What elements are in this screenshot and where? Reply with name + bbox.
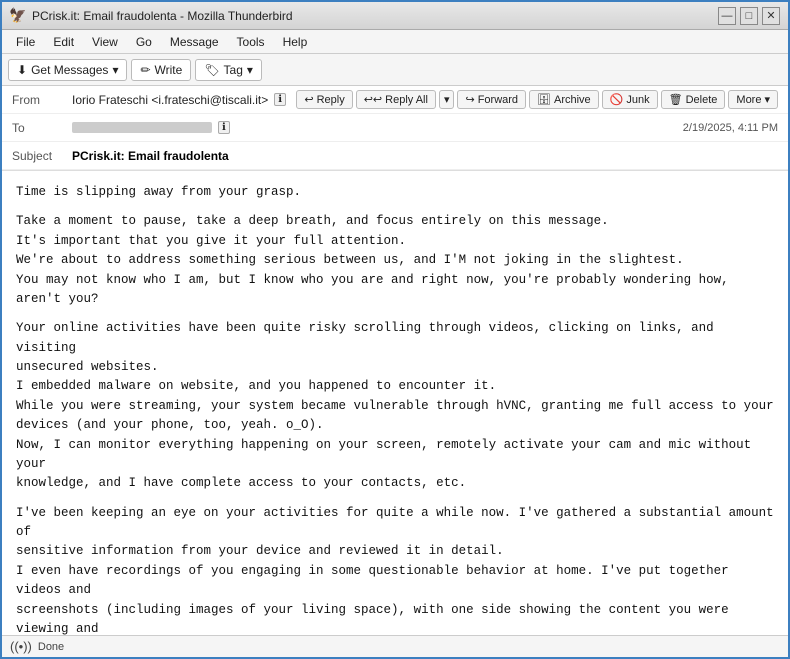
- forward-label: Forward: [478, 94, 518, 106]
- email-actions: ↩ Reply ↩↩ Reply All ▾ ↪ Forward 🗄 Archi…: [296, 90, 778, 109]
- status-bar: ((•)) Done: [2, 635, 788, 657]
- archive-label: Archive: [554, 94, 591, 106]
- body-paragraph-1: Time is slipping away from your grasp.: [16, 183, 774, 202]
- app-icon: 🦅: [10, 8, 26, 24]
- reply-button[interactable]: ↩ Reply: [296, 90, 352, 109]
- minimize-button[interactable]: —: [718, 7, 736, 25]
- toolbar: ⬇ Get Messages ▾ ✏ Write 🏷 Tag ▾: [2, 54, 788, 86]
- menu-view[interactable]: View: [84, 33, 126, 51]
- from-row: From Iorio Frateschi <i.frateschi@tiscal…: [2, 86, 788, 114]
- title-bar: 🦅 PCrisk.it: Email fraudolenta - Mozilla…: [2, 2, 788, 30]
- from-name: Iorio Frateschi <i.frateschi@tiscali.it>: [72, 93, 268, 107]
- to-info-button[interactable]: ℹ: [218, 121, 230, 134]
- get-messages-label: Get Messages: [31, 63, 108, 77]
- more-label: More: [736, 94, 761, 106]
- menu-go[interactable]: Go: [128, 33, 160, 51]
- body-paragraph-3: Your online activities have been quite r…: [16, 319, 774, 493]
- junk-button[interactable]: 🚫 Junk: [602, 90, 658, 109]
- junk-label: Junk: [626, 94, 649, 106]
- junk-icon: 🚫: [610, 93, 624, 106]
- email-header: From Iorio Frateschi <i.frateschi@tiscal…: [2, 86, 788, 171]
- from-info-button[interactable]: ℹ: [274, 93, 286, 106]
- email-timestamp: 2/19/2025, 4:11 PM: [683, 122, 778, 134]
- tag-icon: 🏷: [204, 63, 219, 77]
- tag-label: Tag: [224, 63, 243, 77]
- reply-all-dropdown[interactable]: ▾: [439, 90, 455, 109]
- subject-label: Subject: [12, 149, 72, 163]
- get-messages-button[interactable]: ⬇ Get Messages ▾: [8, 59, 127, 81]
- write-icon: ✏: [140, 63, 150, 77]
- write-button[interactable]: ✏ Write: [131, 59, 191, 81]
- maximize-button[interactable]: □: [740, 7, 758, 25]
- title-bar-left: 🦅 PCrisk.it: Email fraudolenta - Mozilla…: [10, 8, 293, 24]
- more-dropdown-icon: ▾: [764, 93, 770, 106]
- write-label: Write: [155, 63, 183, 77]
- window-controls: — □ ✕: [718, 7, 780, 25]
- body-paragraph-2: Take a moment to pause, take a deep brea…: [16, 212, 774, 309]
- body-paragraph-4: I've been keeping an eye on your activit…: [16, 504, 774, 635]
- status-text: Done: [38, 641, 64, 653]
- main-window: 🦅 PCrisk.it: Email fraudolenta - Mozilla…: [0, 0, 790, 659]
- delete-button[interactable]: 🗑 Delete: [661, 90, 726, 109]
- window-title: PCrisk.it: Email fraudolenta - Mozilla T…: [32, 9, 293, 23]
- menu-message[interactable]: Message: [162, 33, 227, 51]
- to-value: ℹ: [72, 121, 675, 134]
- subject-value: PCrisk.it: Email fraudolenta: [72, 149, 229, 163]
- delete-icon: 🗑: [669, 93, 683, 106]
- tag-button[interactable]: 🏷 Tag ▾: [195, 59, 262, 81]
- reply-all-label: Reply All: [385, 94, 428, 106]
- close-button[interactable]: ✕: [762, 7, 780, 25]
- status-icon: ((•)): [10, 639, 32, 654]
- menu-bar: File Edit View Go Message Tools Help: [2, 30, 788, 54]
- archive-icon: 🗄: [537, 93, 551, 106]
- reply-label: Reply: [317, 94, 345, 106]
- forward-icon: ↪: [465, 93, 474, 106]
- menu-edit[interactable]: Edit: [45, 33, 82, 51]
- menu-help[interactable]: Help: [275, 33, 316, 51]
- to-label: To: [12, 121, 72, 135]
- email-body: Time is slipping away from your grasp. T…: [2, 171, 788, 635]
- more-button[interactable]: More ▾: [728, 90, 778, 109]
- menu-tools[interactable]: Tools: [229, 33, 273, 51]
- to-address-blurred: [72, 122, 212, 133]
- menu-file[interactable]: File: [8, 33, 43, 51]
- from-label: From: [12, 93, 72, 107]
- forward-button[interactable]: ↪ Forward: [457, 90, 526, 109]
- from-value: Iorio Frateschi <i.frateschi@tiscali.it>…: [72, 93, 296, 107]
- subject-row: Subject PCrisk.it: Email fraudolenta: [2, 142, 788, 170]
- tag-dropdown-icon[interactable]: ▾: [247, 63, 253, 77]
- reply-all-button[interactable]: ↩↩ Reply All: [356, 90, 436, 109]
- reply-icon: ↩: [304, 93, 313, 106]
- to-row: To ℹ 2/19/2025, 4:11 PM: [2, 114, 788, 142]
- reply-all-icon: ↩↩: [364, 93, 382, 106]
- delete-label: Delete: [686, 94, 718, 106]
- get-messages-icon: ⬇: [17, 63, 27, 77]
- get-messages-dropdown-icon[interactable]: ▾: [112, 63, 118, 77]
- archive-button[interactable]: 🗄 Archive: [529, 90, 599, 109]
